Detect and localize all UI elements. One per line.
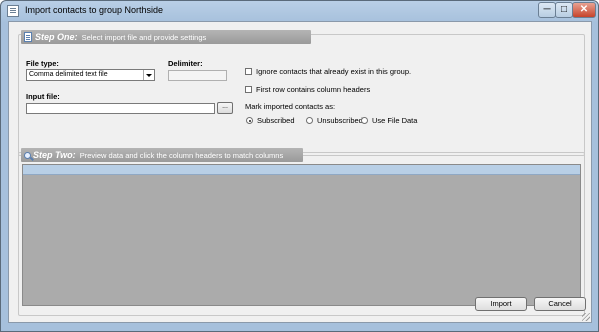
subscribed-label: Subscribed <box>257 116 295 125</box>
first-row-headers-checkbox[interactable] <box>245 86 252 93</box>
close-button[interactable]: ✕ <box>572 2 596 18</box>
mark-as-label: Mark imported contacts as: <box>245 102 336 111</box>
subscribed-radio[interactable] <box>246 117 253 124</box>
file-type-value: Comma delimited text file <box>29 71 108 78</box>
ignore-existing-checkbox[interactable] <box>245 68 252 75</box>
column-header-row[interactable] <box>23 165 580 175</box>
title-bar[interactable]: Import contacts to group Northside ─ □ ✕ <box>1 1 598 21</box>
import-button[interactable]: Import <box>475 297 527 311</box>
chevron-down-icon[interactable] <box>143 70 154 80</box>
cancel-button[interactable]: Cancel <box>534 297 586 311</box>
resize-grip-icon[interactable] <box>582 313 590 321</box>
first-row-headers-label: First row contains column headers <box>256 85 371 94</box>
window-title: Import contacts to group Northside <box>25 5 164 15</box>
ignore-existing-label: Ignore contacts that already exist in th… <box>256 67 412 76</box>
step-two-heading: Step Two: <box>33 150 76 160</box>
preview-data-grid[interactable] <box>22 164 581 306</box>
step-one-group: Step One: Select import file and provide… <box>18 30 585 156</box>
step-one-header: Step One: Select import file and provide… <box>21 30 311 44</box>
input-file-label: Input file: <box>26 92 60 101</box>
step-two-header: Step Two: Preview data and click the col… <box>21 148 303 162</box>
dialog-body: Step One: Select import file and provide… <box>8 21 592 323</box>
use-file-data-label: Use File Data <box>372 116 418 125</box>
document-icon <box>24 32 32 42</box>
use-file-data-radio[interactable] <box>361 117 368 124</box>
step-one-subheading: Select import file and provide settings <box>81 33 207 42</box>
input-file-field[interactable] <box>26 103 215 114</box>
step-two-subheading: Preview data and click the column header… <box>79 151 284 160</box>
maximize-button[interactable]: □ <box>555 2 573 18</box>
browse-button[interactable]: ... <box>217 102 233 114</box>
import-dialog-window: Import contacts to group Northside ─ □ ✕… <box>0 0 599 332</box>
unsubscribed-label: Unsubscribed <box>317 116 363 125</box>
minimize-button[interactable]: ─ <box>538 2 556 18</box>
delimiter-field[interactable] <box>168 70 227 81</box>
step-one-heading: Step One: <box>35 32 78 42</box>
app-icon <box>7 5 19 17</box>
file-type-select[interactable]: Comma delimited text file <box>26 69 155 81</box>
delimiter-label: Delimiter: <box>168 59 203 68</box>
unsubscribed-radio[interactable] <box>306 117 313 124</box>
file-type-label: File type: <box>26 59 59 68</box>
magnifier-icon <box>24 152 31 159</box>
